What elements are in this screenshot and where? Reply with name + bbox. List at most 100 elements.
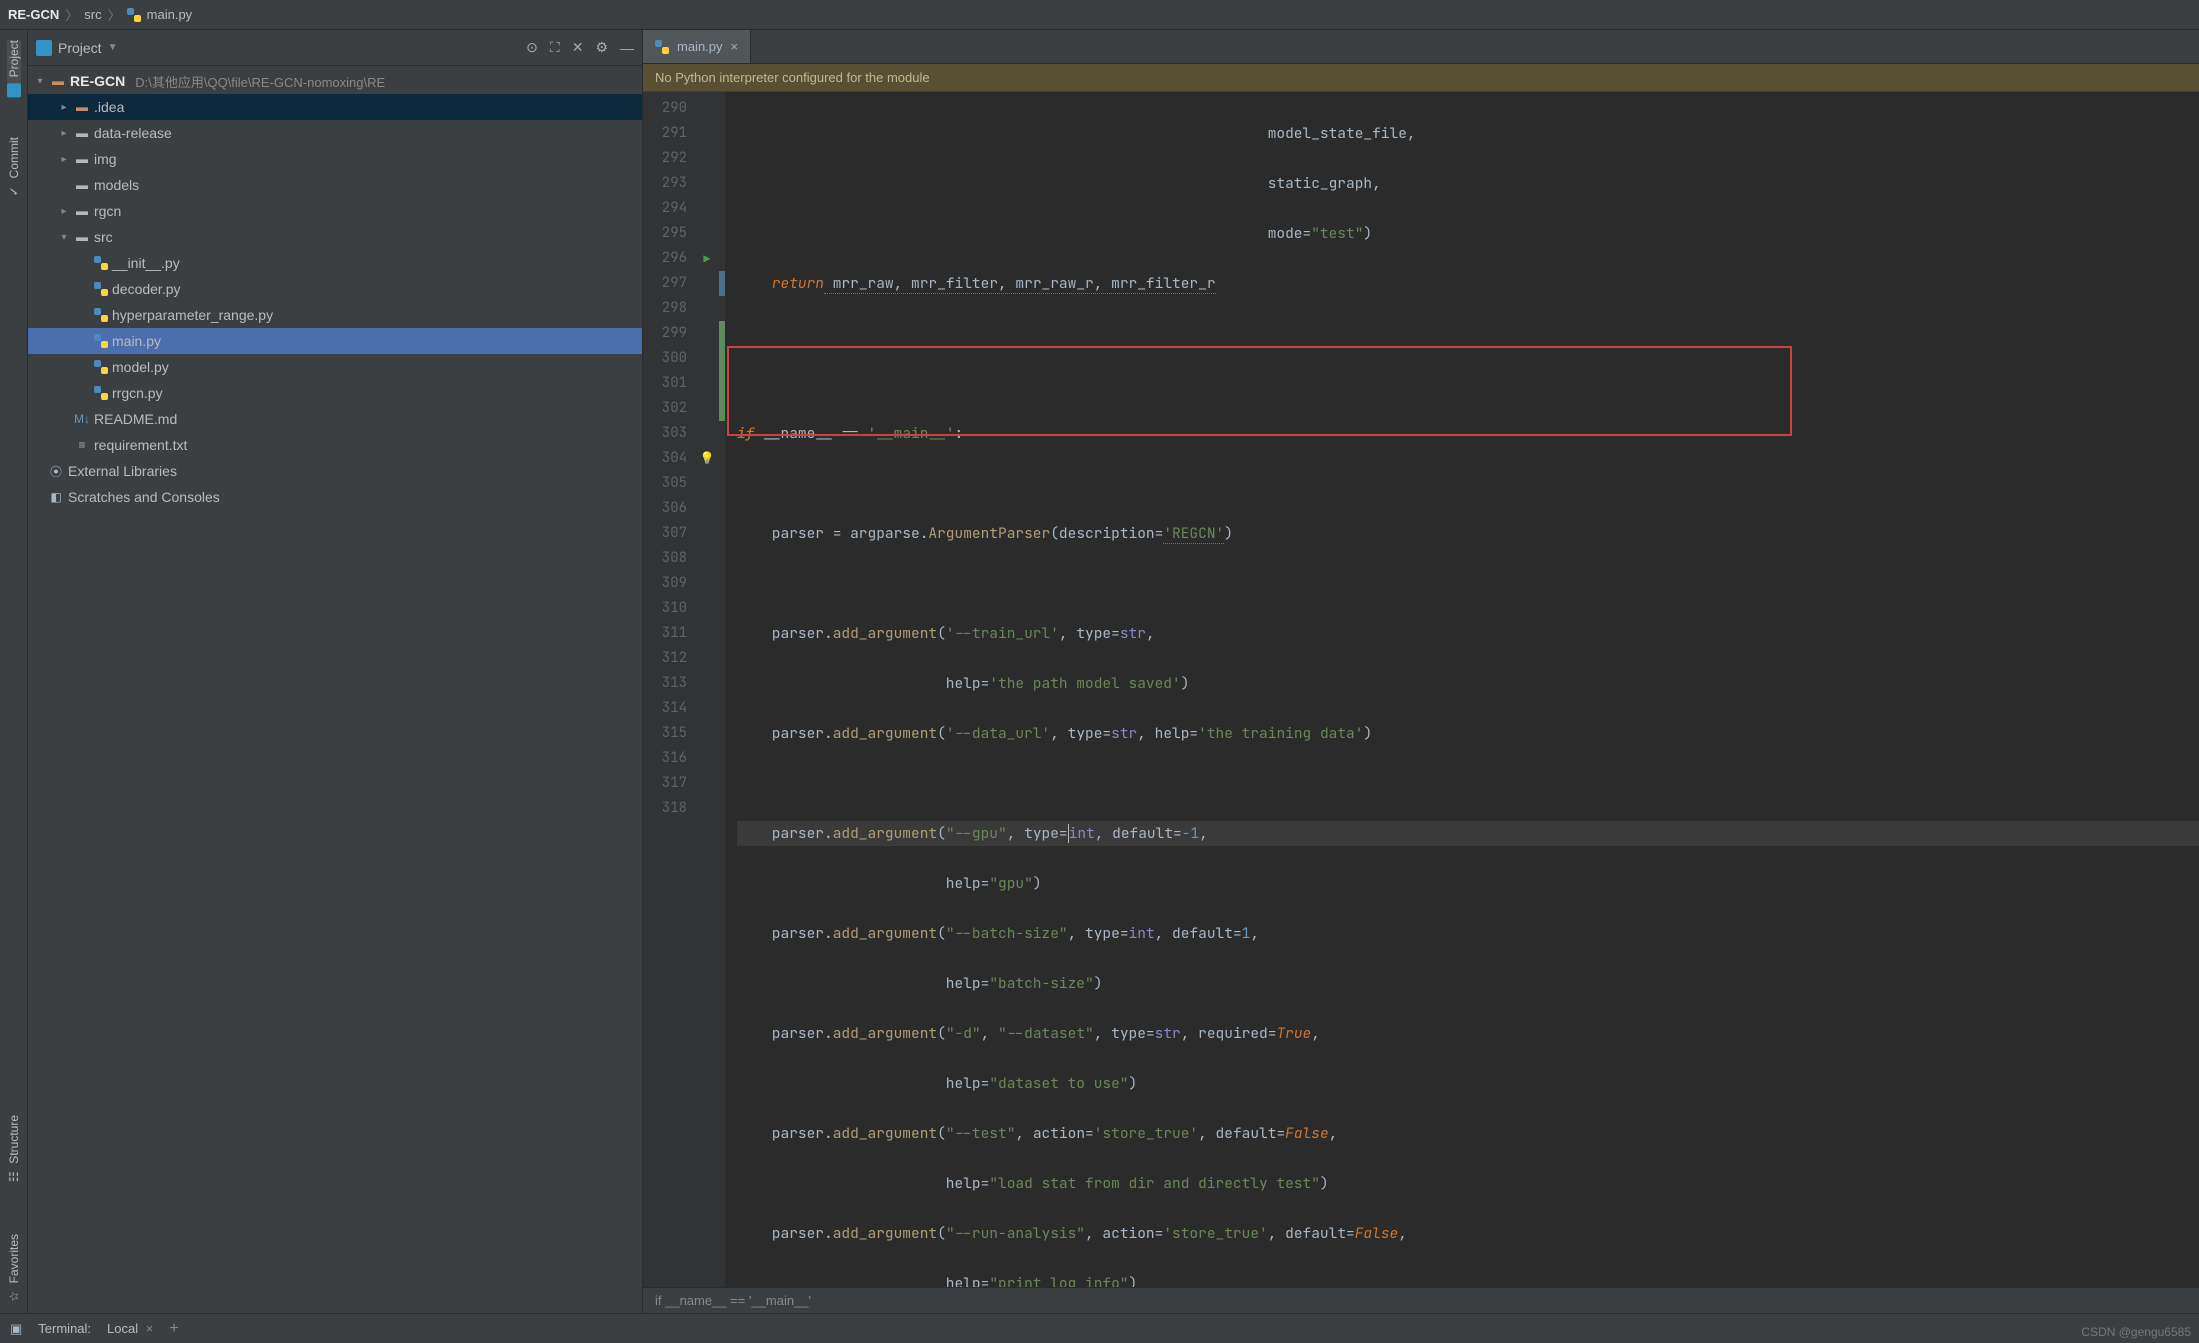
tab-label: main.py — [677, 39, 723, 54]
bulb-gutter-icon[interactable]: 💡 — [700, 451, 715, 465]
project-panel-title-label: Project — [58, 40, 102, 56]
code-editor[interactable]: 2902912922932942952962972982993003013023… — [643, 92, 2199, 1287]
tree-file-requirement[interactable]: ≡ requirement.txt — [28, 432, 642, 458]
code-text: "--batch-size" — [946, 924, 1068, 943]
tree-folder-src[interactable]: ▾ ▬ src — [28, 224, 642, 250]
breadcrumb[interactable]: RE-GCN 〉 src 〉 main.py — [0, 0, 2199, 30]
hide-icon[interactable]: — — [620, 40, 634, 56]
gear-icon[interactable]: ⚙ — [595, 39, 608, 56]
interpreter-warning[interactable]: No Python interpreter configured for the… — [643, 64, 2199, 92]
structure-tool-tab[interactable]: ☷ Structure — [7, 1115, 21, 1184]
favorites-tool-tab[interactable]: ☆ Favorites — [7, 1234, 21, 1303]
code-text: str — [1120, 624, 1146, 643]
tree-label: README.md — [94, 411, 177, 427]
tree-file-readme[interactable]: M↓ README.md — [28, 406, 642, 432]
expand-all-icon[interactable]: ⛶ — [550, 39, 560, 56]
chevron-right-icon[interactable]: ▸ — [58, 128, 70, 139]
code-text: , default= — [1268, 1224, 1355, 1243]
terminal-label[interactable]: Terminal: — [38, 1321, 91, 1336]
terminal-session[interactable]: Local × — [107, 1321, 153, 1336]
code-text: add_argument — [833, 724, 937, 743]
code-text: parser. — [737, 924, 833, 943]
tree-label: hyperparameter_range.py — [112, 307, 273, 323]
tree-folder-data-release[interactable]: ▸ ▬ data-release — [28, 120, 642, 146]
code-text: __name__ == — [754, 424, 867, 443]
code-content[interactable]: model_state_file, static_graph, mode="te… — [725, 92, 2199, 1287]
close-icon[interactable]: × — [146, 1321, 154, 1336]
code-text: ) — [1224, 524, 1233, 543]
chevron-right-icon: 〉 — [108, 5, 121, 24]
tree-scratches[interactable]: ◧ Scratches and Consoles — [28, 484, 642, 510]
code-text: int — [1129, 924, 1155, 943]
python-file-icon — [94, 256, 108, 270]
folder-icon: ▬ — [74, 177, 90, 193]
tree-folder-models[interactable]: ▬ models — [28, 172, 642, 198]
chevron-right-icon[interactable]: ▸ — [58, 102, 70, 113]
tree-folder-rgcn[interactable]: ▸ ▬ rgcn — [28, 198, 642, 224]
project-panel-title[interactable]: Project ▼ — [36, 40, 117, 56]
tree-folder-idea[interactable]: ▸ ▬ .idea — [28, 94, 642, 120]
terminal-bar: ▣ Terminal: Local × + — [0, 1313, 2199, 1343]
code-text: model_state_file, — [737, 124, 1416, 143]
tree-label: Scratches and Consoles — [68, 489, 220, 505]
code-text: , default= — [1198, 1124, 1285, 1143]
code-text: , action= — [1015, 1124, 1093, 1143]
code-text: parser. — [737, 1024, 833, 1043]
breadcrumb-project[interactable]: RE-GCN — [8, 7, 59, 22]
project-tool-tab[interactable]: Project — [7, 40, 21, 97]
structure-tool-label: Structure — [7, 1115, 21, 1164]
code-text: '--train_url' — [946, 624, 1059, 643]
code-text: : — [955, 424, 964, 443]
folder-icon: ▬ — [50, 73, 66, 89]
run-gutter-icon[interactable]: ▶ — [703, 251, 710, 265]
code-text: if — [737, 424, 754, 443]
breadcrumb-file[interactable]: main.py — [127, 7, 193, 22]
code-text: parser. — [737, 624, 833, 643]
tree-label: rrgcn.py — [112, 385, 163, 401]
folder-icon: ▬ — [74, 99, 90, 115]
chevron-down-icon[interactable]: ▾ — [58, 232, 70, 243]
folder-icon: ▬ — [74, 151, 90, 167]
structure-icon: ☷ — [7, 1170, 21, 1184]
code-text: str — [1155, 1024, 1181, 1043]
close-icon[interactable]: ✕ — [572, 39, 584, 56]
breadcrumb-folder[interactable]: src — [84, 7, 101, 22]
tree-file-init[interactable]: __init__.py — [28, 250, 642, 276]
select-opened-file-icon[interactable]: ⊙ — [526, 39, 538, 56]
code-text: "--dataset" — [998, 1024, 1094, 1043]
code-text: , type= — [1050, 724, 1111, 743]
code-text: , default= — [1155, 924, 1242, 943]
chevron-right-icon[interactable]: ▸ — [58, 206, 70, 217]
add-terminal-button[interactable]: + — [169, 1320, 178, 1338]
tree-file-main[interactable]: main.py — [28, 328, 642, 354]
code-text: add_argument — [833, 1124, 937, 1143]
tree-folder-img[interactable]: ▸ ▬ img — [28, 146, 642, 172]
editor-area: main.py × No Python interpreter configur… — [643, 30, 2199, 1313]
tree-file-decoder[interactable]: decoder.py — [28, 276, 642, 302]
code-text: ( — [937, 924, 946, 943]
terminal-icon[interactable]: ▣ — [10, 1321, 22, 1337]
tree-file-model[interactable]: model.py — [28, 354, 642, 380]
code-text: , type= — [1094, 1024, 1155, 1043]
tree-root[interactable]: ▾ ▬ RE-GCN D:\其他应用\QQ\file\RE-GCN-nomoxi… — [28, 68, 642, 94]
tree-file-rrgcn[interactable]: rrgcn.py — [28, 380, 642, 406]
tree-external-libraries[interactable]: ⦿ External Libraries — [28, 458, 642, 484]
code-text: , — [981, 1024, 998, 1043]
python-file-icon — [655, 40, 669, 54]
project-tree[interactable]: ▾ ▬ RE-GCN D:\其他应用\QQ\file\RE-GCN-nomoxi… — [28, 66, 642, 1313]
tree-label: requirement.txt — [94, 437, 187, 453]
code-text: add_argument — [833, 1024, 937, 1043]
project-icon — [36, 40, 52, 56]
code-text: return — [772, 274, 824, 293]
code-breadcrumb[interactable]: if __name__ == '__main__' — [643, 1287, 2199, 1313]
close-icon[interactable]: × — [731, 39, 739, 54]
commit-tool-tab[interactable]: ✓ Commit — [7, 137, 21, 198]
chevron-right-icon[interactable]: ▸ — [58, 154, 70, 165]
markdown-file-icon: M↓ — [74, 411, 90, 427]
code-text: mrr_raw, mrr_filter, mrr_raw_r, mrr_filt… — [824, 274, 1216, 294]
editor-tab-main[interactable]: main.py × — [643, 30, 751, 63]
chevron-down-icon[interactable]: ▾ — [34, 76, 46, 87]
code-text: ) — [1181, 674, 1190, 693]
tree-label: decoder.py — [112, 281, 181, 297]
tree-file-hyperparam[interactable]: hyperparameter_range.py — [28, 302, 642, 328]
